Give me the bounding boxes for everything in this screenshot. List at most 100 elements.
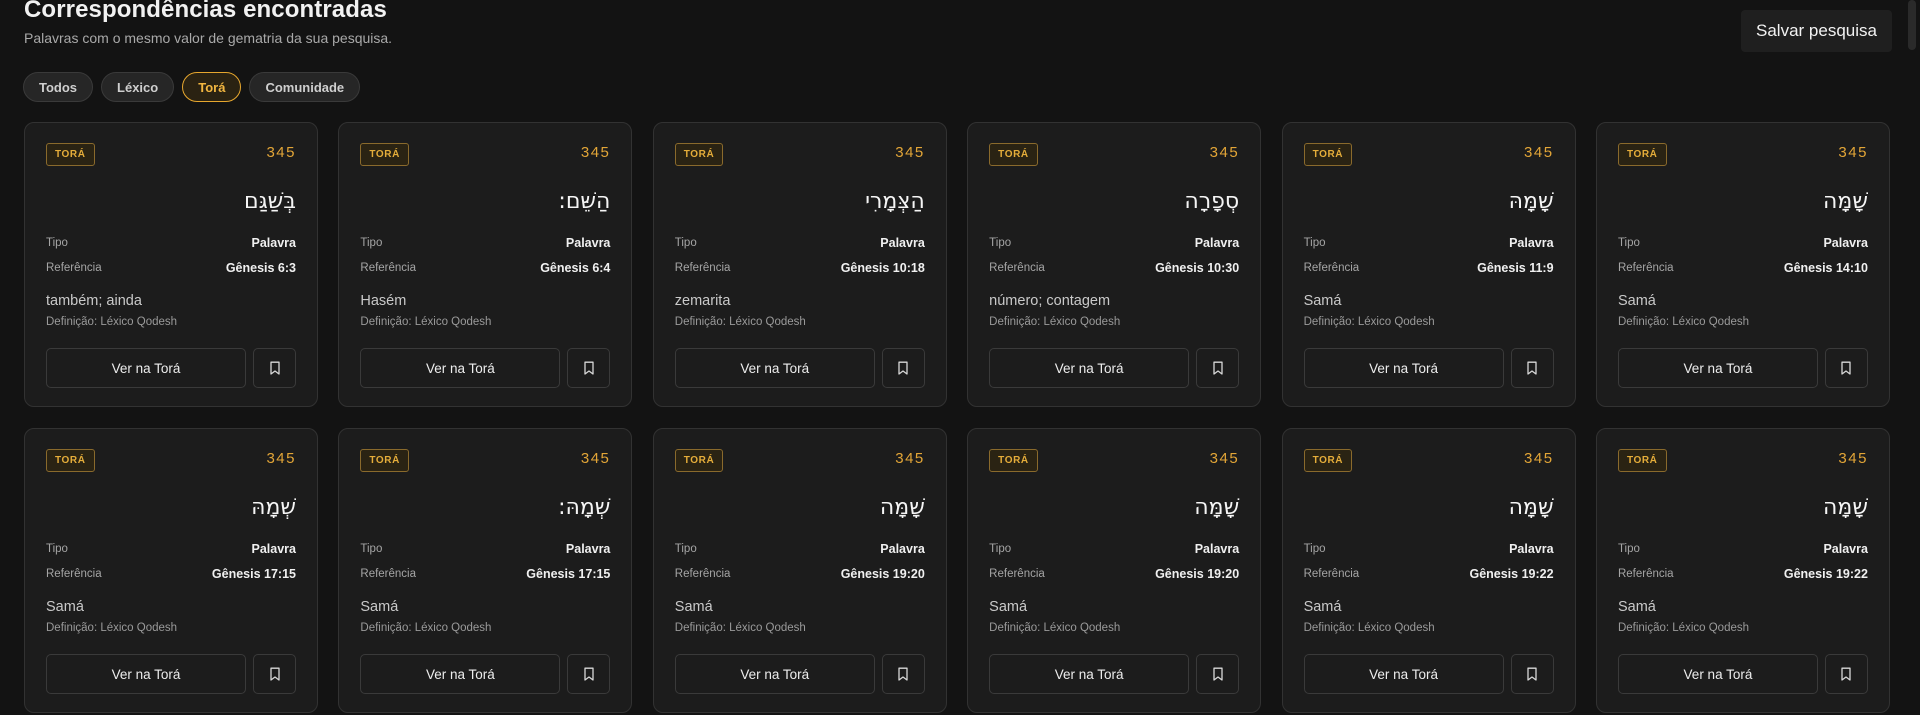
result-card: TORÁ 345 בְּשַׁגַּם Tipo Palavra Referên… xyxy=(24,122,318,407)
view-in-tora-button[interactable]: Ver na Torá xyxy=(360,654,561,694)
bookmark-icon xyxy=(1527,361,1537,375)
tipo-value: Palavra xyxy=(1509,542,1554,556)
result-card: TORÁ 345 הַצְּמָרִי Tipo Palavra Referên… xyxy=(652,122,947,407)
bookmark-button[interactable] xyxy=(881,348,925,388)
referencia-label: Referência xyxy=(46,568,102,580)
referencia-value: Gênesis 17:15 xyxy=(211,567,296,581)
filter-chips: Todos Léxico Torá Comunidade xyxy=(23,72,361,102)
tipo-value: Palavra xyxy=(251,236,296,250)
filter-chip-lexico[interactable]: Léxico xyxy=(101,72,175,102)
results-page: Correspondências encontradas Palavras co… xyxy=(0,0,1920,715)
bookmark-button[interactable] xyxy=(1196,348,1240,388)
filter-chip-comunidade[interactable]: Comunidade xyxy=(249,72,361,102)
source-badge: TORÁ xyxy=(989,143,1038,166)
tipo-value: Palavra xyxy=(565,236,611,250)
definition-source: Definição: Léxico Qodesh xyxy=(989,316,1121,328)
source-badge: TORÁ xyxy=(674,449,724,472)
tipo-row: Tipo Palavra xyxy=(675,236,925,250)
referencia-label: Referência xyxy=(1303,568,1360,580)
definition-source: Definição: Léxico Qodesh xyxy=(46,316,178,328)
view-in-tora-button[interactable]: Ver na Torá xyxy=(46,348,246,388)
tipo-row: Tipo Palavra xyxy=(1304,236,1554,250)
referencia-label: Referência xyxy=(360,262,417,274)
hebrew-word: בְּשַׁגַּם xyxy=(244,189,296,214)
gematria-value: 345 xyxy=(1838,144,1868,161)
word-meaning: Samá xyxy=(1303,293,1342,309)
tipo-label: Tipo xyxy=(1617,237,1640,249)
referencia-label: Referência xyxy=(1303,262,1360,274)
referencia-value: Gênesis 19:20 xyxy=(1155,567,1240,581)
source-badge: TORÁ xyxy=(46,143,95,166)
bookmark-button[interactable] xyxy=(567,654,611,694)
result-card: TORÁ 345 הַשֵּׁם: Tipo Palavra Referênci… xyxy=(338,122,633,407)
tipo-label: Tipo xyxy=(46,543,68,555)
bookmark-button[interactable] xyxy=(1510,654,1554,694)
save-search-button[interactable]: Salvar pesquisa xyxy=(1741,10,1892,52)
source-badge: TORÁ xyxy=(989,449,1038,472)
referencia-row: Referência Gênesis 17:15 xyxy=(46,567,296,581)
result-card: TORÁ 345 סְפָרָה Tipo Palavra Referência… xyxy=(967,122,1262,407)
referencia-row: Referência Gênesis 14:10 xyxy=(1618,261,1868,275)
bookmark-button[interactable] xyxy=(1824,348,1868,388)
tipo-row: Tipo Palavra xyxy=(360,236,610,250)
source-badge: TORÁ xyxy=(674,143,724,166)
view-in-tora-button[interactable]: Ver na Torá xyxy=(1617,348,1818,388)
word-meaning: Samá xyxy=(360,599,399,615)
tipo-label: Tipo xyxy=(989,237,1012,249)
word-meaning: também; ainda xyxy=(46,293,142,309)
tipo-label: Tipo xyxy=(989,543,1012,555)
view-in-tora-button[interactable]: Ver na Torá xyxy=(1303,348,1504,388)
view-in-tora-button[interactable]: Ver na Torá xyxy=(674,348,875,388)
tipo-row: Tipo Palavra xyxy=(1304,542,1554,556)
bookmark-button[interactable] xyxy=(1510,348,1554,388)
tipo-value: Palavra xyxy=(251,542,296,556)
bookmark-button[interactable] xyxy=(1196,654,1240,694)
view-in-tora-button[interactable]: Ver na Torá xyxy=(1303,654,1504,694)
filter-chip-tora[interactable]: Torá xyxy=(182,72,242,102)
bookmark-button[interactable] xyxy=(253,348,296,388)
view-in-tora-button[interactable]: Ver na Torá xyxy=(360,348,561,388)
source-badge: TORÁ xyxy=(360,449,409,472)
tipo-value: Palavra xyxy=(1194,542,1240,556)
bookmark-button[interactable] xyxy=(881,654,925,694)
hebrew-word: שָׁמָּה xyxy=(879,495,925,520)
filter-chip-todos[interactable]: Todos xyxy=(23,72,94,102)
result-card: TORÁ 345 שְׁמָהּ: Tipo Palavra Referênci… xyxy=(338,428,633,713)
hebrew-word: שָׁמָּהּ xyxy=(1508,189,1554,214)
view-in-tora-button[interactable]: Ver na Torá xyxy=(674,654,875,694)
bookmark-button[interactable] xyxy=(1824,654,1868,694)
tipo-value: Palavra xyxy=(880,542,925,556)
bookmark-icon xyxy=(1527,667,1537,681)
bookmark-icon xyxy=(1841,667,1852,681)
word-meaning: Samá xyxy=(1617,293,1656,309)
scrollbar-thumb[interactable] xyxy=(1908,0,1916,50)
view-in-tora-button[interactable]: Ver na Torá xyxy=(1617,654,1818,694)
source-badge: TORÁ xyxy=(360,143,409,166)
referencia-value: Gênesis 19:22 xyxy=(1469,567,1554,581)
hebrew-word: שָׁמָּה xyxy=(1194,495,1240,520)
referencia-row: Referência Gênesis 6:3 xyxy=(46,261,296,275)
view-in-tora-button[interactable]: Ver na Torá xyxy=(989,348,1190,388)
bookmark-icon xyxy=(584,667,594,681)
results-grid: TORÁ 345 בְּשַׁגַּם Tipo Palavra Referên… xyxy=(24,122,1890,713)
view-in-tora-button[interactable]: Ver na Torá xyxy=(46,654,246,694)
hebrew-word: הַצְּמָרִי xyxy=(865,189,925,214)
results-header: Correspondências encontradas Palavras co… xyxy=(24,0,392,46)
view-in-tora-button[interactable]: Ver na Torá xyxy=(989,654,1190,694)
referencia-value: Gênesis 6:3 xyxy=(225,261,296,275)
referencia-row: Referência Gênesis 6:4 xyxy=(360,261,610,275)
source-badge: TORÁ xyxy=(46,449,95,472)
definition-source: Definição: Léxico Qodesh xyxy=(989,622,1121,634)
referencia-row: Referência Gênesis 19:22 xyxy=(1618,567,1868,581)
definition-source: Definição: Léxico Qodesh xyxy=(360,622,492,634)
bookmark-button[interactable] xyxy=(567,348,611,388)
tipo-value: Palavra xyxy=(1823,236,1868,250)
page-subtitle: Palavras com o mesmo valor de gematria d… xyxy=(24,30,393,46)
tipo-row: Tipo Palavra xyxy=(360,542,610,556)
bookmark-icon xyxy=(898,667,908,681)
hebrew-word: שְׁמָהּ: xyxy=(558,495,611,520)
referencia-value: Gênesis 14:10 xyxy=(1783,261,1868,275)
bookmark-button[interactable] xyxy=(253,654,296,694)
referencia-value: Gênesis 10:30 xyxy=(1155,261,1240,275)
tipo-row: Tipo Palavra xyxy=(1618,236,1868,250)
